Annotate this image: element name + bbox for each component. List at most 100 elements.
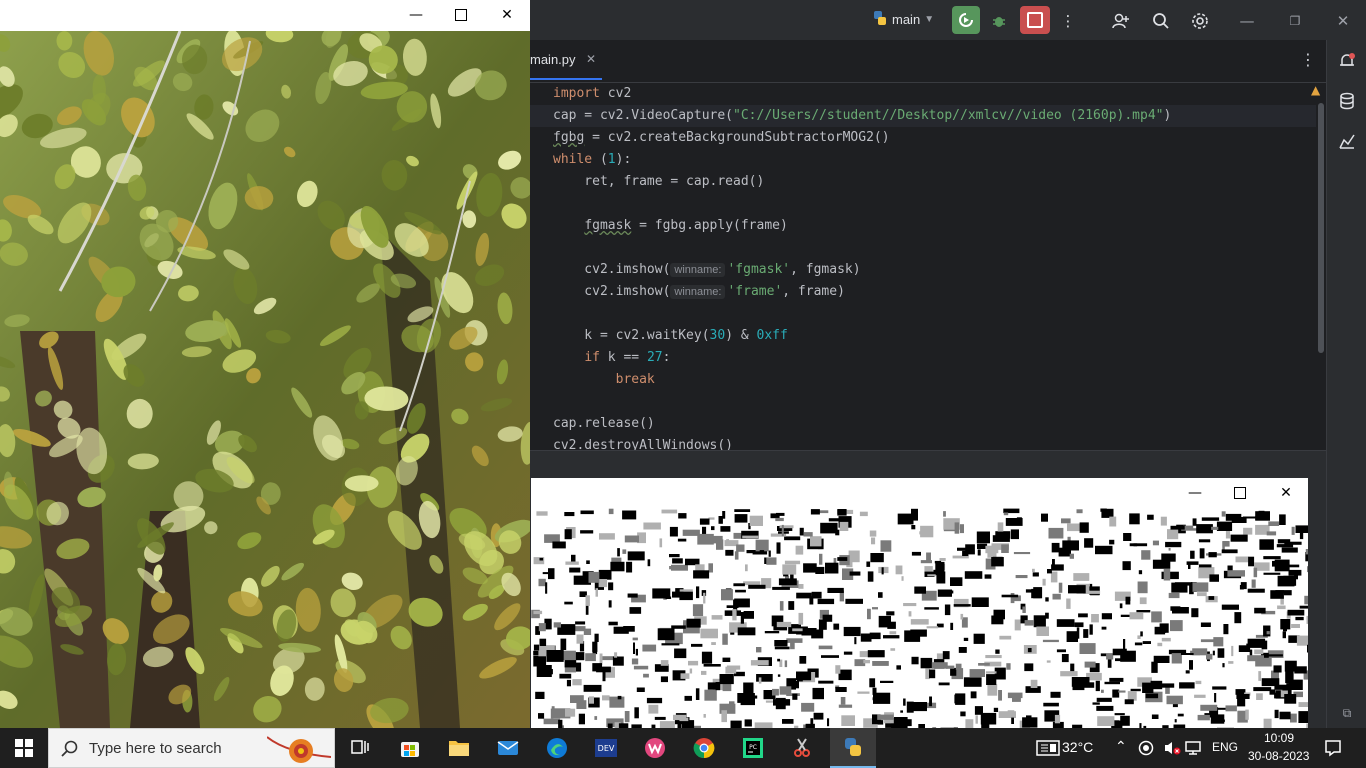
mask-pixel-cluster	[726, 539, 729, 546]
popout-button[interactable]: ⧉	[1334, 700, 1360, 726]
taskbar-search[interactable]: Type here to search	[48, 728, 335, 768]
search-button[interactable]	[1148, 8, 1174, 34]
frame-maximize-button[interactable]	[441, 4, 481, 26]
mask-pixel-cluster	[539, 557, 544, 561]
mail-icon	[497, 741, 519, 755]
frame-close-button[interactable]: ✕	[487, 4, 527, 26]
mask-pixel-cluster	[635, 648, 638, 656]
mask-pixel-cluster	[580, 530, 594, 534]
mask-pixel-cluster	[1200, 639, 1216, 643]
add-user-button[interactable]	[1108, 8, 1134, 34]
clock-time[interactable]: 10:09	[1264, 731, 1294, 745]
mask-pixel-cluster	[993, 609, 1005, 620]
mask-pixel-cluster	[1197, 592, 1207, 597]
debug-button[interactable]	[986, 8, 1012, 34]
code-token: k ==	[599, 350, 647, 365]
restore-button[interactable]: ❐	[1282, 8, 1308, 34]
close-button[interactable]: ✕	[1330, 8, 1356, 34]
code-editor[interactable]: ▲ import cv2 cap = cv2.VideoCapture("C:/…	[530, 83, 1326, 450]
taskbar-app-chrome[interactable]	[684, 732, 724, 764]
mask-pixel-cluster	[1109, 539, 1115, 545]
mask-pixel-cluster	[999, 635, 1012, 640]
mask-pixel-cluster	[1160, 516, 1167, 526]
stop-button[interactable]	[1020, 6, 1050, 34]
mask-pixel-cluster	[1068, 585, 1086, 594]
taskbar-app-wps[interactable]	[635, 732, 675, 764]
mask-pixel-cluster	[560, 638, 567, 650]
tray-network[interactable]	[1178, 732, 1210, 764]
mask-pixel-cluster	[1201, 517, 1220, 521]
tab-close-icon[interactable]: ✕	[586, 52, 596, 66]
external-link-icon: ⧉	[1342, 705, 1352, 720]
mask-pixel-cluster	[781, 524, 784, 537]
code-token: break	[615, 372, 655, 387]
tab-main-py[interactable]: main.py	[530, 52, 576, 67]
mask-pixel-cluster	[1283, 620, 1287, 632]
fgmask-minimize-button[interactable]: —	[1175, 482, 1215, 504]
action-center-button[interactable]	[1313, 732, 1353, 764]
editor-scrollbar[interactable]	[1318, 103, 1324, 353]
mask-pixel-cluster	[704, 689, 717, 701]
taskbar-app-snipping[interactable]	[782, 732, 822, 764]
fgmask-maximize-button[interactable]	[1220, 482, 1260, 504]
mask-pixel-cluster	[1263, 718, 1272, 728]
mask-pixel-cluster	[1042, 578, 1046, 586]
mask-pixel-cluster	[810, 718, 814, 728]
start-button[interactable]	[4, 732, 44, 764]
fgmask-close-button[interactable]: ✕	[1266, 482, 1306, 504]
mask-pixel-cluster	[1253, 687, 1272, 692]
mask-pixel-cluster	[631, 658, 639, 665]
mask-pixel-cluster	[735, 589, 746, 593]
taskbar-app-store[interactable]	[390, 732, 430, 764]
taskbar-app-edge[interactable]	[537, 732, 577, 764]
mask-pixel-cluster	[1194, 694, 1206, 698]
mask-pixel-cluster	[1058, 582, 1063, 593]
sciview-button[interactable]	[1334, 128, 1360, 154]
taskbar-app-python[interactable]	[830, 728, 876, 768]
run-button[interactable]	[952, 6, 980, 34]
mask-pixel-cluster	[1129, 543, 1148, 547]
taskbar-app-devcpp[interactable]: DEV	[586, 732, 626, 764]
chevron-down-icon: ▼	[924, 14, 935, 25]
frame-minimize-button[interactable]: —	[396, 4, 436, 26]
bug-icon	[993, 17, 1005, 27]
clock-date[interactable]: 30-08-2023	[1248, 749, 1309, 763]
settings-button[interactable]	[1187, 8, 1213, 34]
more-actions-button[interactable]: ⋮	[1055, 8, 1081, 34]
mask-pixel-cluster	[878, 592, 883, 598]
branch-selector[interactable]: main ▼	[872, 10, 934, 29]
language-indicator[interactable]: ENG	[1212, 740, 1238, 754]
close-icon: ✕	[501, 7, 513, 23]
mask-pixel-cluster	[1214, 693, 1217, 703]
warning-icon[interactable]: ▲	[1311, 83, 1320, 97]
taskbar-app-explorer[interactable]	[439, 732, 479, 764]
mask-pixel-cluster	[1030, 679, 1038, 688]
mask-pixel-cluster	[1263, 625, 1271, 637]
fgmask-titlebar[interactable]: — ✕	[531, 478, 1308, 508]
weather-temp[interactable]: 32°C	[1062, 739, 1093, 755]
task-view-button[interactable]	[340, 732, 380, 764]
tab-more-icon[interactable]: ⋮	[1300, 50, 1316, 69]
mask-pixel-cluster	[775, 517, 784, 522]
frame-titlebar[interactable]: — ✕	[0, 0, 530, 31]
notifications-button[interactable]	[1334, 48, 1360, 74]
mask-pixel-cluster	[969, 669, 985, 677]
mask-pixel-cluster	[1107, 658, 1112, 668]
mask-pixel-cluster	[1209, 574, 1219, 582]
chevron-up-icon[interactable]: ⌃	[1115, 738, 1127, 755]
code-line: ret, frame = cap.read()	[553, 174, 765, 189]
database-button[interactable]	[1334, 88, 1360, 114]
code-token: , frame)	[782, 284, 845, 299]
taskbar-app-mail[interactable]	[488, 732, 528, 764]
mask-pixel-cluster	[722, 633, 728, 645]
mask-pixel-cluster	[782, 564, 797, 575]
mask-pixel-cluster	[660, 676, 668, 683]
mask-pixel-cluster	[643, 522, 661, 530]
taskbar-app-pycharm[interactable]: PC	[733, 732, 773, 764]
mask-pixel-cluster	[812, 687, 824, 700]
mask-pixel-cluster	[870, 553, 884, 563]
mask-pixel-cluster	[980, 712, 997, 725]
minimize-button[interactable]: —	[1234, 8, 1260, 34]
mask-pixel-cluster	[869, 530, 877, 537]
mask-pixel-cluster	[993, 707, 999, 712]
